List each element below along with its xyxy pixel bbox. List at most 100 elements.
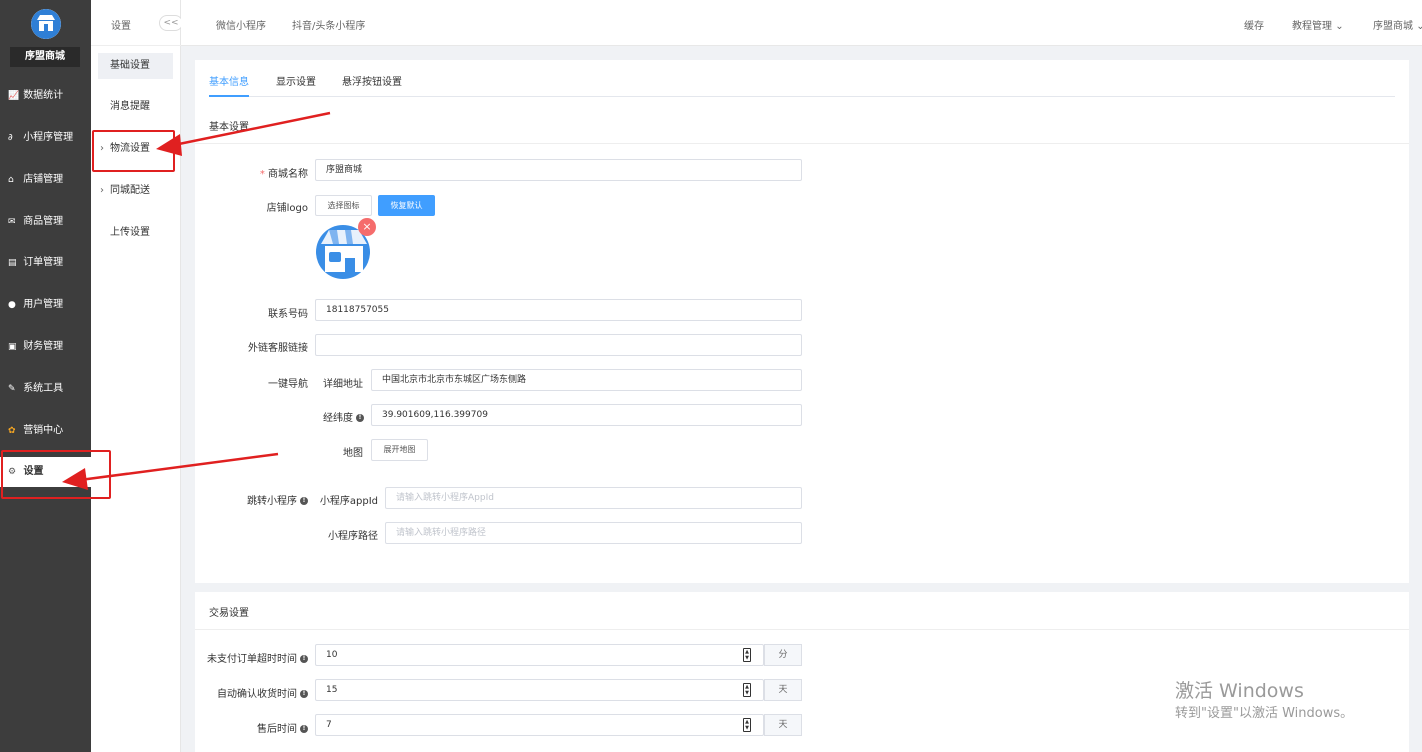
after-sale-label: 售后时间! [197, 720, 308, 735]
sidebar-item-label: 用户管理 [23, 299, 64, 310]
unpaid-timeout-input[interactable]: 10 [315, 644, 764, 666]
top-bar: 微信小程序 抖音/头条小程序 缓存 教程管理 ⌄ 序盟商城 ⌄ [181, 0, 1422, 46]
tutorial-menu[interactable]: 教程管理 ⌄ [1292, 17, 1344, 32]
after-sale-input[interactable]: 7 [315, 714, 764, 736]
unit-addon: 天 [764, 714, 802, 736]
address-input[interactable]: 中国北京市北京市东城区广场东侧路 [371, 369, 802, 391]
sidebar-item-marketing[interactable]: ✿ 营销中心 [0, 416, 91, 446]
subnav-item-label: 同城配送 [110, 185, 150, 196]
address-label: 详细地址 [323, 379, 363, 390]
store-logo-preview: × [315, 218, 376, 280]
subnav-item-delivery[interactable]: › 同城配送 [98, 178, 173, 204]
windows-activation-title: 激活 Windows [1175, 680, 1304, 702]
after-sale-label-text: 售后时间 [257, 724, 297, 735]
tab-basic-info[interactable]: 基本信息 [209, 73, 249, 88]
subnav-item-upload[interactable]: 上传设置 [98, 220, 173, 246]
phone-label: 联系号码 [268, 309, 308, 320]
sidebar-item-finance[interactable]: ▣ 财务管理 [0, 332, 91, 362]
info-icon: ! [300, 690, 308, 698]
path-label: 小程序路径 [328, 531, 378, 542]
choose-icon-button[interactable]: 选择图标 [315, 195, 372, 216]
subnav-header: 设置 << [91, 0, 183, 46]
unit-addon: 天 [764, 679, 802, 701]
info-icon: ! [300, 655, 308, 663]
sidebar-item-label: 营销中心 [23, 425, 64, 436]
account-menu[interactable]: 序盟商城 ⌄ [1373, 17, 1422, 32]
store-icon: ⌂ [8, 175, 14, 185]
required-mark: * [259, 169, 268, 180]
service-link-label: 外链客服链接 [248, 343, 308, 354]
tutorial-menu-label: 教程管理 [1292, 21, 1332, 32]
unit-addon: 分 [764, 644, 802, 666]
appid-input[interactable]: 请输入跳转小程序AppId [385, 487, 802, 509]
sidebar-item-users[interactable]: ● 用户管理 [0, 290, 91, 320]
info-icon: ! [300, 497, 308, 505]
windows-activation-hint: 转到"设置"以激活 Windows。 [1175, 706, 1354, 721]
tab-float-button-settings[interactable]: 悬浮按钮设置 [342, 73, 402, 88]
chevron-down-icon: ⌄ [1416, 21, 1422, 32]
expand-map-button[interactable]: 展开地图 [371, 439, 428, 461]
auto-confirm-label: 自动确认收货时间! [197, 685, 308, 700]
subnav-item-message[interactable]: 消息提醒 [98, 94, 173, 120]
sidebar-item-stats[interactable]: 📈 数据统计 [0, 81, 91, 111]
section-title: 基本设置 [209, 122, 249, 133]
path-input[interactable]: 请输入跳转小程序路径 [385, 522, 802, 544]
stepper-icon[interactable]: ▲ ▼ [743, 648, 751, 662]
latlng-input[interactable]: 39.901609,116.399709 [371, 404, 802, 426]
finance-icon: ▣ [8, 342, 17, 352]
tab-wechat-miniprogram[interactable]: 微信小程序 [216, 17, 266, 32]
sidebar-item-miniprogram[interactable]: ∂ 小程序管理 [0, 123, 91, 153]
map-label: 地图 [343, 448, 363, 459]
chevron-down-icon: ⌄ [1335, 21, 1344, 32]
phone-input[interactable]: 18118757055 [315, 299, 802, 321]
user-icon: ● [8, 300, 16, 310]
chart-icon: 📈 [8, 91, 20, 101]
store-logo-icon [31, 9, 61, 39]
subnav-item-label: 基础设置 [110, 60, 150, 71]
service-link-input[interactable] [315, 334, 802, 356]
sidebar-item-goods[interactable]: ✉ 商品管理 [0, 207, 91, 237]
jump-miniprogram-label: 跳转小程序! [236, 492, 308, 507]
tab-douyin-miniprogram[interactable]: 抖音/头条小程序 [292, 17, 365, 32]
unpaid-timeout-label-text: 未支付订单超时时间 [207, 654, 297, 665]
sidebar-item-orders[interactable]: ▤ 订单管理 [0, 248, 91, 278]
logo-label: 店铺logo [266, 203, 308, 214]
basic-section-header: 基本设置 [195, 106, 1409, 144]
order-icon: ▤ [8, 258, 17, 268]
mail-icon: ✉ [8, 217, 16, 227]
info-icon: ! [356, 414, 364, 422]
subnav-item-label: 消息提醒 [110, 101, 150, 112]
tab-active-indicator [209, 95, 249, 97]
collapse-button[interactable]: << [159, 15, 183, 31]
jump-miniprogram-label-text: 跳转小程序 [247, 496, 297, 507]
settings-subnav: 设置 << 基础设置 消息提醒 › 物流设置 › 同城配送 上传设置 [91, 0, 183, 752]
remove-logo-icon[interactable]: × [358, 218, 376, 236]
tab-display-settings[interactable]: 显示设置 [276, 73, 316, 88]
link-icon: ∂ [8, 133, 13, 143]
restore-default-button[interactable]: 恢复默认 [378, 195, 435, 216]
latlng-label-text: 经纬度 [323, 413, 353, 424]
appid-label: 小程序appId [319, 496, 378, 507]
cache-link[interactable]: 缓存 [1244, 17, 1264, 32]
stepper-icon[interactable]: ▲ ▼ [743, 718, 751, 732]
auto-confirm-input[interactable]: 15 [315, 679, 764, 701]
sidebar-item-label: 数据统计 [23, 90, 64, 101]
section-title: 交易设置 [209, 608, 249, 619]
sidebar-item-store[interactable]: ⌂ 店铺管理 [0, 165, 91, 195]
info-icon: ! [300, 725, 308, 733]
store-name-label: * 商城名称 [250, 165, 308, 180]
sidebar-item-tools[interactable]: ✎ 系统工具 [0, 374, 91, 404]
store-name-label-text: 商城名称 [268, 169, 308, 180]
sidebar-item-label: 商品管理 [23, 216, 64, 227]
auto-confirm-label-text: 自动确认收货时间 [217, 689, 297, 700]
trade-section-header: 交易设置 [195, 592, 1409, 630]
navigation-label: 一键导航 [268, 379, 308, 390]
sidebar-item-label: 财务管理 [23, 341, 64, 352]
stepper-icon[interactable]: ▲ ▼ [743, 683, 751, 697]
sidebar-item-label: 店铺管理 [23, 174, 64, 185]
subnav-item-basic[interactable]: 基础设置 [98, 53, 173, 79]
latlng-label: 经纬度! [300, 409, 364, 424]
chevron-right-icon: › [100, 185, 104, 196]
account-menu-label: 序盟商城 [1373, 21, 1413, 32]
store-name-input[interactable]: 序盟商城 [315, 159, 802, 181]
